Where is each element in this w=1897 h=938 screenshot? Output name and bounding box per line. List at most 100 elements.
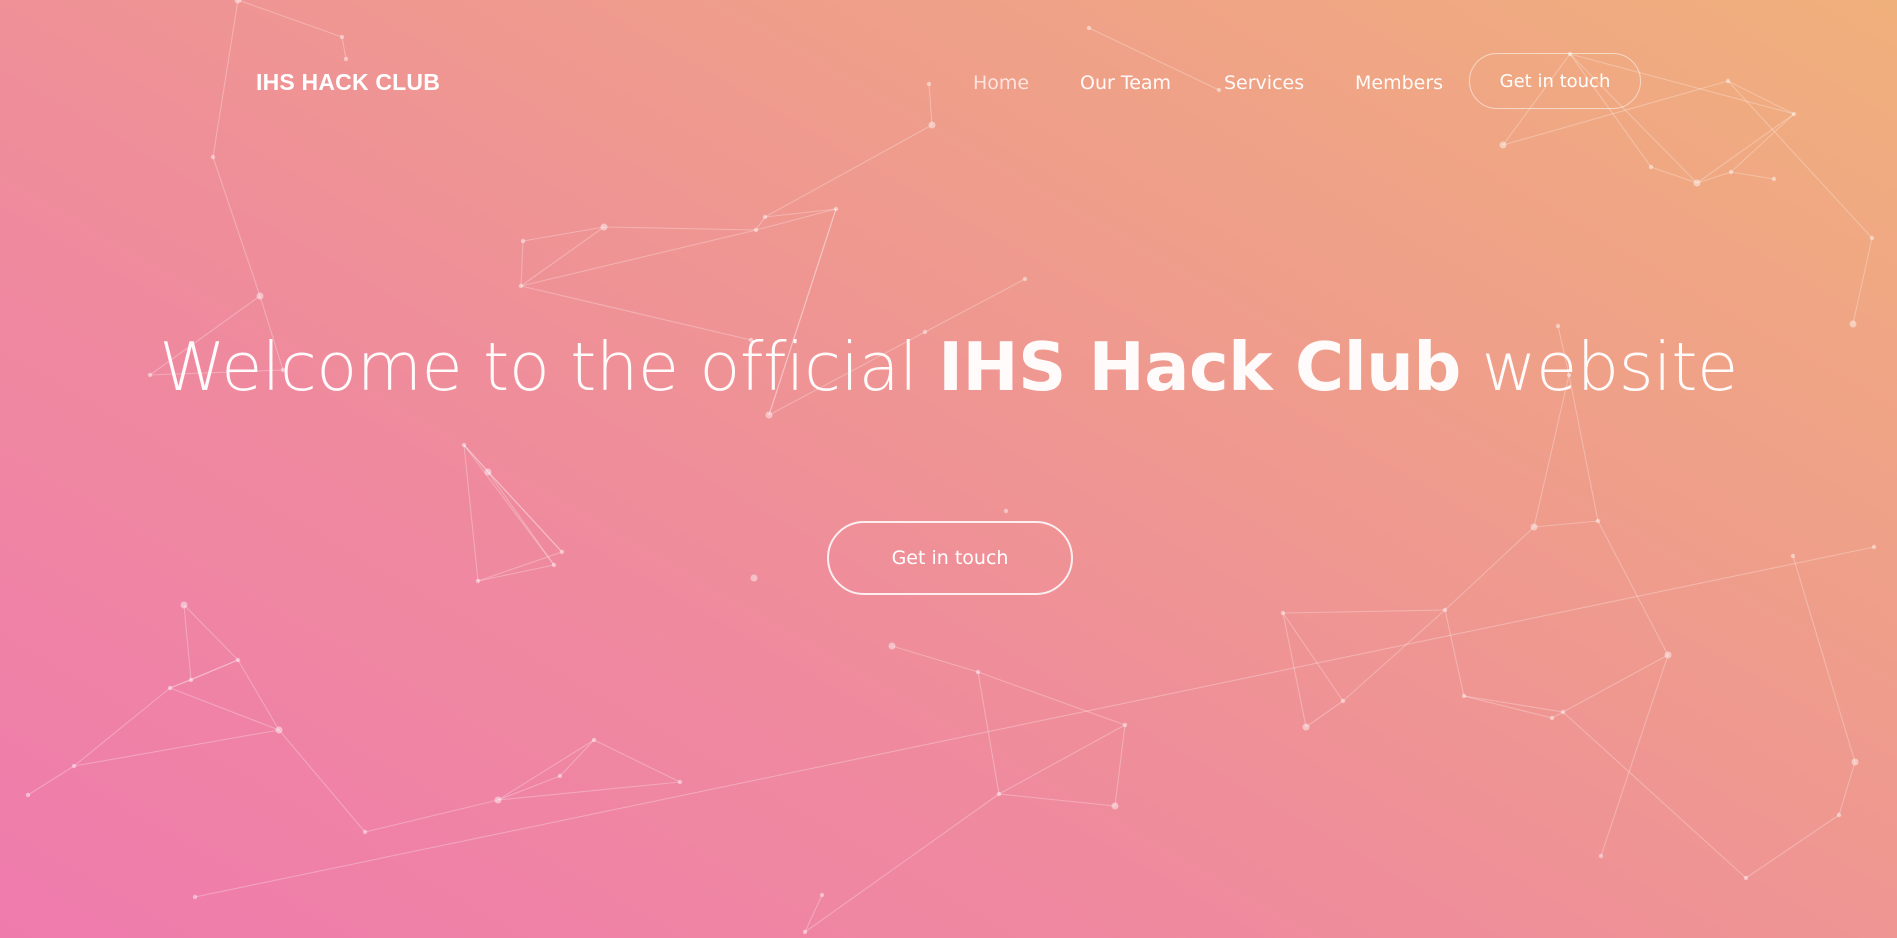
network-node <box>750 574 758 582</box>
network-link <box>998 793 1116 807</box>
network-link <box>1444 526 1535 611</box>
network-link <box>1114 724 1126 807</box>
network-link <box>804 793 1000 933</box>
nav-our-team[interactable]: Our Team <box>1080 72 1171 94</box>
network-node <box>1598 853 1604 859</box>
network-node <box>1086 25 1092 31</box>
network-node <box>339 34 345 40</box>
network-link <box>1730 171 1775 180</box>
network-node <box>256 292 264 300</box>
hero-get-in-touch-button[interactable]: Get in touch <box>827 521 1073 595</box>
network-node <box>475 578 481 584</box>
network-link <box>341 36 347 60</box>
network-node <box>975 669 981 675</box>
network-node <box>1871 544 1877 550</box>
network-link <box>237 0 343 38</box>
network-link <box>1463 695 1553 719</box>
network-node <box>802 929 808 935</box>
network-link <box>924 278 1026 333</box>
network-link <box>194 546 1875 898</box>
network-node <box>167 685 173 691</box>
hero-title-suffix: website <box>1460 328 1739 406</box>
network-node <box>1111 802 1119 810</box>
network-node <box>1022 276 1028 282</box>
network-link <box>1305 700 1344 728</box>
network-node <box>1499 141 1507 149</box>
network-link <box>27 765 75 796</box>
network-link <box>463 444 563 553</box>
network-node <box>1664 651 1672 659</box>
network-node <box>1530 523 1538 531</box>
network-node <box>343 56 349 62</box>
network-node <box>1442 607 1448 613</box>
network-link <box>364 799 499 833</box>
network-node <box>1003 508 1009 514</box>
network-node <box>1648 164 1654 170</box>
network-node <box>928 121 936 129</box>
network-node <box>362 829 368 835</box>
network-node <box>494 796 502 804</box>
network-link <box>497 739 595 801</box>
network-node <box>888 642 896 650</box>
network-link <box>1533 520 1599 528</box>
network-node <box>1461 693 1467 699</box>
network-link <box>1463 695 1564 713</box>
network-link <box>520 240 524 287</box>
nav-members[interactable]: Members <box>1355 72 1443 94</box>
network-link <box>1282 609 1446 614</box>
network-link <box>183 604 239 661</box>
network-link <box>764 208 837 218</box>
hero: Welcome to the official IHS Hack Club we… <box>0 326 1897 408</box>
network-node <box>1743 875 1749 881</box>
network-node <box>762 214 768 220</box>
network-link <box>520 226 605 287</box>
network-node <box>188 677 194 683</box>
network-node <box>1595 518 1601 524</box>
network-node <box>1728 169 1734 175</box>
network-link <box>764 124 933 218</box>
nav-get-in-touch-button[interactable]: Get in touch <box>1469 53 1641 109</box>
network-node <box>1791 111 1797 117</box>
network-link <box>1727 80 1873 239</box>
network-node <box>210 154 216 160</box>
network-link <box>1597 520 1669 656</box>
network-node <box>520 238 526 244</box>
network-link <box>1745 814 1840 879</box>
network-link <box>998 724 1126 795</box>
network-link <box>463 444 479 582</box>
network-node <box>1693 179 1701 187</box>
network-link <box>977 671 1126 726</box>
network-node <box>461 442 467 448</box>
network-link <box>237 659 280 731</box>
network-node <box>753 227 759 233</box>
network-node <box>275 726 283 734</box>
network-node <box>234 0 242 4</box>
network-link <box>1650 166 1698 184</box>
network-node <box>1869 235 1875 241</box>
network-link <box>1838 761 1856 816</box>
network-link <box>497 781 681 801</box>
network-node <box>235 657 241 663</box>
network-node <box>600 223 608 231</box>
network-link <box>1696 113 1795 184</box>
network-link <box>73 729 280 767</box>
network-link <box>1342 609 1446 702</box>
network-node <box>25 792 31 798</box>
network-node <box>1790 553 1796 559</box>
network-node <box>1560 709 1566 715</box>
network-link <box>1852 237 1873 325</box>
network-link <box>755 208 837 231</box>
network-node <box>1771 176 1777 182</box>
network-node <box>551 562 557 568</box>
nav-home[interactable]: Home <box>973 72 1029 94</box>
network-node <box>1280 610 1286 616</box>
network-node <box>819 892 825 898</box>
hero-title: Welcome to the official IHS Hack Club we… <box>0 326 1897 408</box>
nav-services[interactable]: Services <box>1224 72 1304 94</box>
network-link <box>1696 171 1732 184</box>
network-link <box>169 687 280 731</box>
network-link <box>1562 711 1747 879</box>
network-link <box>891 645 979 673</box>
network-node <box>1302 723 1310 731</box>
network-node <box>559 549 565 555</box>
